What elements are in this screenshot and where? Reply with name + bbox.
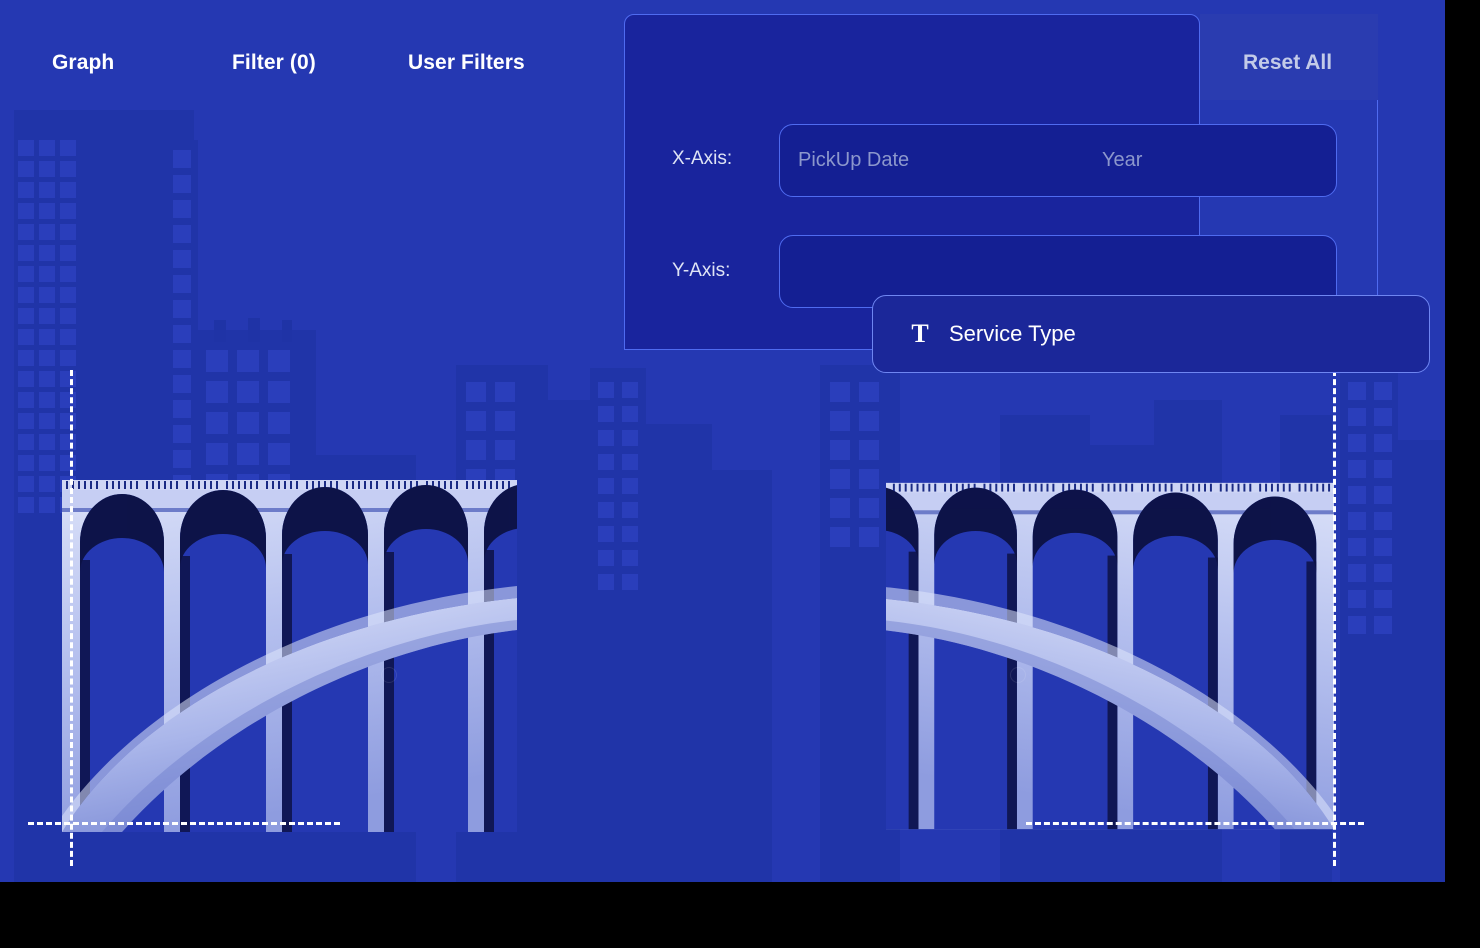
- crop-guide-right: [1333, 370, 1336, 866]
- skyline-building: [248, 318, 260, 342]
- bridge-left-svg: [62, 480, 517, 832]
- skyline-building: [282, 320, 292, 342]
- letterbox-bottom: [0, 882, 1480, 948]
- x-axis-label: X-Axis:: [672, 148, 733, 169]
- illustration-canvas: Graph Filter (0) User Filters Reset All …: [0, 0, 1445, 882]
- tab-graph[interactable]: Graph: [52, 51, 114, 75]
- cursor-dot: [1010, 667, 1026, 683]
- panel-tab-row: [625, 15, 1201, 103]
- building-window-grid: [1348, 382, 1392, 634]
- skyline-building: [1398, 440, 1445, 882]
- skyline-building: [214, 320, 226, 342]
- bridge-right: [886, 480, 1334, 832]
- tab-reset-all[interactable]: Reset All: [1243, 51, 1332, 75]
- tab-filter[interactable]: Filter (0): [232, 51, 316, 75]
- building-window-grid: [598, 382, 638, 590]
- building-window-grid: [18, 140, 76, 513]
- crop-guide-bottom-right: [1026, 822, 1364, 825]
- dropdown-option-service-type[interactable]: Service Type: [949, 321, 1076, 347]
- text-type-icon: T: [911, 319, 929, 348]
- letterbox-right: [1445, 0, 1480, 948]
- building-window-grid: [830, 382, 879, 547]
- cursor-dot: [381, 667, 397, 683]
- skyline-building: [548, 400, 590, 882]
- x-axis-placeholder-field: PickUp Date: [798, 149, 910, 171]
- y-axis-label: Y-Axis:: [672, 260, 731, 281]
- bridge-left: [62, 480, 517, 832]
- skyline-building: [712, 470, 772, 882]
- x-axis-input[interactable]: PickUp Date Year: [779, 124, 1337, 197]
- crop-guide-bottom-left: [28, 822, 340, 825]
- y-axis-dropdown[interactable]: T Service Type: [872, 295, 1430, 373]
- bridge-right-svg: [886, 482, 1334, 830]
- crop-guide-left: [70, 370, 73, 866]
- skyline-building: [646, 424, 712, 882]
- tab-user-filters[interactable]: User Filters: [408, 51, 525, 75]
- x-axis-placeholder-granularity: Year: [1102, 149, 1143, 171]
